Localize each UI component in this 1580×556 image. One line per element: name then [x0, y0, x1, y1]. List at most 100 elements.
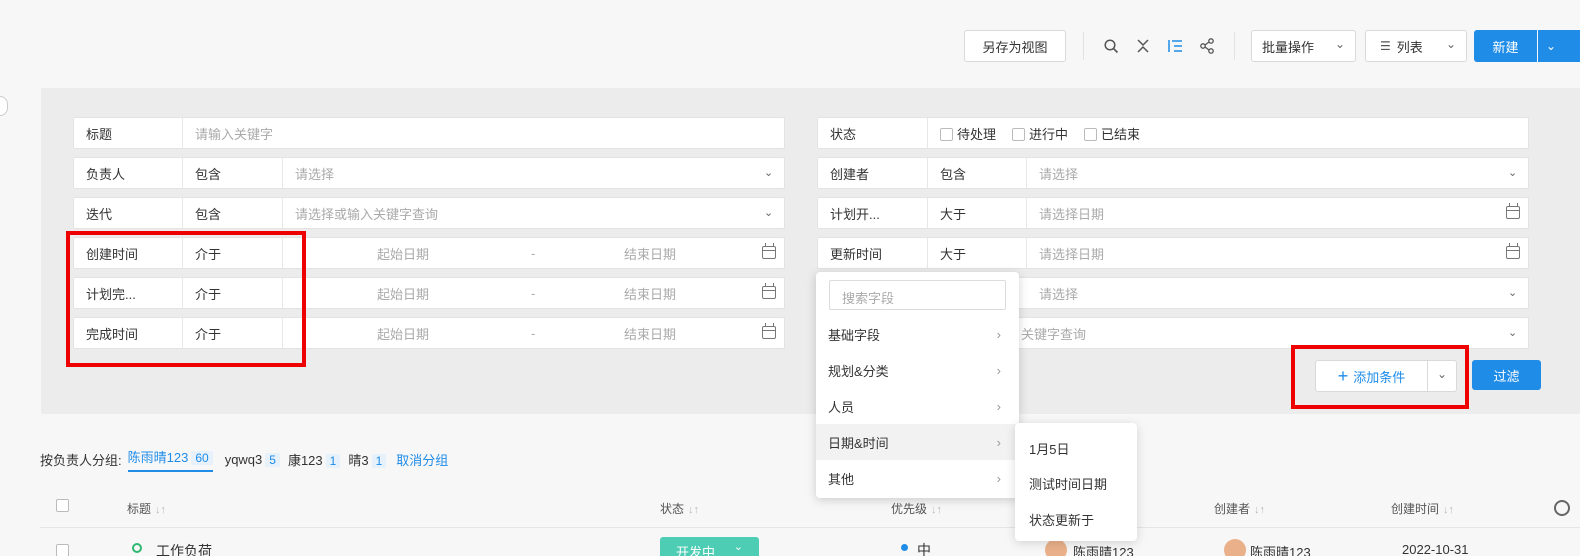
creator-select[interactable]: 请选择 ⌄ [1027, 158, 1528, 188]
menu-item-date-time[interactable]: 日期&时间 › [816, 424, 1019, 460]
highlight-box-date-filters [66, 231, 306, 367]
menu-item-basic-fields[interactable]: 基础字段 › [816, 316, 1019, 352]
tree-view-icon[interactable] [1163, 34, 1187, 58]
chevron-down-icon: ⌄ [1508, 327, 1518, 339]
row-title-link[interactable]: 工作负荷 [156, 541, 212, 556]
title-keyword-input[interactable]: 请输入关键字 [183, 118, 784, 148]
chevron-down-icon: ⌄ [764, 167, 774, 179]
search-icon[interactable] [1099, 34, 1123, 58]
menu-item-other[interactable]: 其他 › [816, 460, 1019, 496]
checkbox[interactable] [940, 127, 953, 141]
date-picker[interactable]: 请选择日期 [1027, 198, 1528, 228]
start-date-placeholder: 起始日期 [377, 246, 430, 262]
new-dropdown-button[interactable]: ⌄ [1538, 30, 1580, 62]
submenu-item[interactable]: 1月5日 [1029, 439, 1069, 459]
chevron-right-icon: › [996, 326, 1001, 342]
chevron-down-icon: ⌄ [733, 541, 743, 553]
submenu-item[interactable]: 状态更新于 [1029, 510, 1094, 530]
divider [1234, 32, 1235, 60]
placeholder: 请选择日期 [1039, 246, 1105, 262]
avatar [1045, 539, 1067, 556]
submenu-item[interactable]: 测试时间日期 [1029, 474, 1107, 494]
column-header-creator[interactable]: 创建者 ↓↑ [1214, 500, 1265, 517]
range-separator: - [531, 325, 536, 341]
menu-item-planning[interactable]: 规划&分类 › [816, 352, 1019, 388]
row-checkbox[interactable] [56, 544, 69, 556]
filter-operator-select[interactable]: 大于 [928, 238, 1027, 268]
calendar-icon [1506, 203, 1520, 219]
calendar-icon [762, 323, 776, 339]
date-range-picker[interactable]: 起始日期 - 结束日期 [283, 278, 784, 308]
group-tab[interactable]: yqwq3 5 [225, 452, 280, 467]
group-bar: 按负责人分组: 陈雨晴123 60 yqwq3 5 康123 1 晴3 1 取消分组 [40, 447, 448, 472]
end-date-placeholder: 结束日期 [624, 326, 677, 342]
checkbox[interactable] [1012, 127, 1026, 141]
start-date-placeholder: 起始日期 [377, 286, 430, 302]
filter-operator-select[interactable]: 包含 [183, 198, 283, 228]
column-settings-gear-icon[interactable] [1554, 500, 1570, 516]
date-picker[interactable]: 请选择日期 [1027, 238, 1528, 268]
status-option-pending[interactable]: 待处理 [940, 124, 996, 143]
table-header [40, 490, 1580, 528]
batch-operations-button[interactable]: 批量操作 ⌄ [1251, 30, 1356, 62]
cancel-group-link[interactable]: 取消分组 [396, 450, 448, 469]
batch-label: 批量操作 [1262, 39, 1315, 55]
save-as-view-button[interactable]: 另存为视图 [964, 30, 1066, 62]
range-separator: - [531, 245, 536, 261]
filter-row-plan-start: 计划开... 大于 请选择日期 [817, 197, 1529, 229]
collapse-icon[interactable] [1131, 34, 1155, 58]
chevron-down-icon: ⌄ [1546, 39, 1557, 53]
field-search-input[interactable]: 搜索字段 [829, 280, 1006, 310]
end-date-placeholder: 结束日期 [624, 246, 677, 262]
chevron-down-icon: ⌄ [1508, 287, 1518, 299]
column-header-status[interactable]: 状态 ↓↑ [660, 500, 699, 517]
filter-row-updated-time: 更新时间 大于 请选择日期 [817, 237, 1529, 269]
placeholder: 请选择 [1039, 166, 1079, 182]
placeholder: 请选择 [1039, 286, 1079, 302]
assignee-select[interactable]: 请选择 ⌄ [283, 158, 784, 188]
date-time-submenu: 1月5日 测试时间日期 状态更新于 [1015, 423, 1137, 541]
group-tab[interactable]: 晴3 1 [348, 450, 387, 469]
chevron-down-icon: ⌄ [1445, 37, 1456, 51]
group-tab[interactable]: 康123 1 [288, 450, 341, 469]
filter-label: 迭代 [74, 198, 183, 228]
column-header-priority[interactable]: 优先级 ↓↑ [891, 500, 942, 517]
filter-label: 创建者 [818, 158, 928, 188]
end-date-placeholder: 结束日期 [624, 286, 677, 302]
chevron-right-icon: › [996, 470, 1001, 486]
new-button[interactable]: 新建 [1474, 30, 1537, 62]
iteration-select[interactable]: 请选择或输入关键字查询 ⌄ [283, 198, 784, 228]
status-option-closed[interactable]: 已结束 [1084, 124, 1140, 143]
filter-row-status: 状态 待处理 进行中 已结束 [817, 117, 1529, 149]
status-tag-select[interactable]: 开发中 ⌄ [660, 537, 759, 556]
avatar [1224, 539, 1246, 556]
assignee-name[interactable]: 陈雨晴123 [1073, 542, 1134, 556]
select-all-checkbox[interactable] [56, 499, 69, 512]
divider [1083, 32, 1084, 60]
filter-operator-select[interactable]: 大于 [928, 198, 1027, 228]
filter-row-assignee: 负责人 包含 请选择 ⌄ [73, 157, 785, 189]
status-option-in-progress[interactable]: 进行中 [1012, 124, 1068, 143]
menu-item-people[interactable]: 人员 › [816, 388, 1019, 424]
share-icon[interactable] [1195, 34, 1219, 58]
chevron-down-icon: ⌄ [1508, 167, 1518, 179]
calendar-icon [1506, 243, 1520, 259]
calendar-icon [762, 243, 776, 259]
column-header-title[interactable]: 标题 ↓↑ [127, 500, 166, 517]
placeholder: 请选择日期 [1039, 206, 1105, 222]
filter-button[interactable]: 过滤 [1472, 360, 1541, 390]
column-header-created-time[interactable]: 创建时间 ↓↑ [1391, 500, 1454, 517]
priority-dot [901, 544, 908, 551]
chevron-right-icon: › [996, 434, 1001, 450]
filter-operator-select[interactable]: 包含 [928, 158, 1027, 188]
date-range-picker[interactable]: 起始日期 - 结束日期 [283, 238, 784, 268]
sidebar-collapse-handle[interactable] [0, 96, 8, 116]
group-tab-active[interactable]: 陈雨晴123 60 [127, 447, 213, 472]
filter-row-title: 标题 请输入关键字 [73, 117, 785, 149]
checkbox[interactable] [1084, 127, 1098, 141]
chevron-down-icon: ⌄ [1334, 37, 1345, 51]
priority-value[interactable]: 中 [917, 540, 931, 556]
filter-operator-select[interactable]: 包含 [183, 158, 283, 188]
view-mode-select[interactable]: ☰ 列表 ⌄ [1365, 30, 1467, 62]
date-range-picker[interactable]: 起始日期 - 结束日期 [283, 318, 784, 348]
